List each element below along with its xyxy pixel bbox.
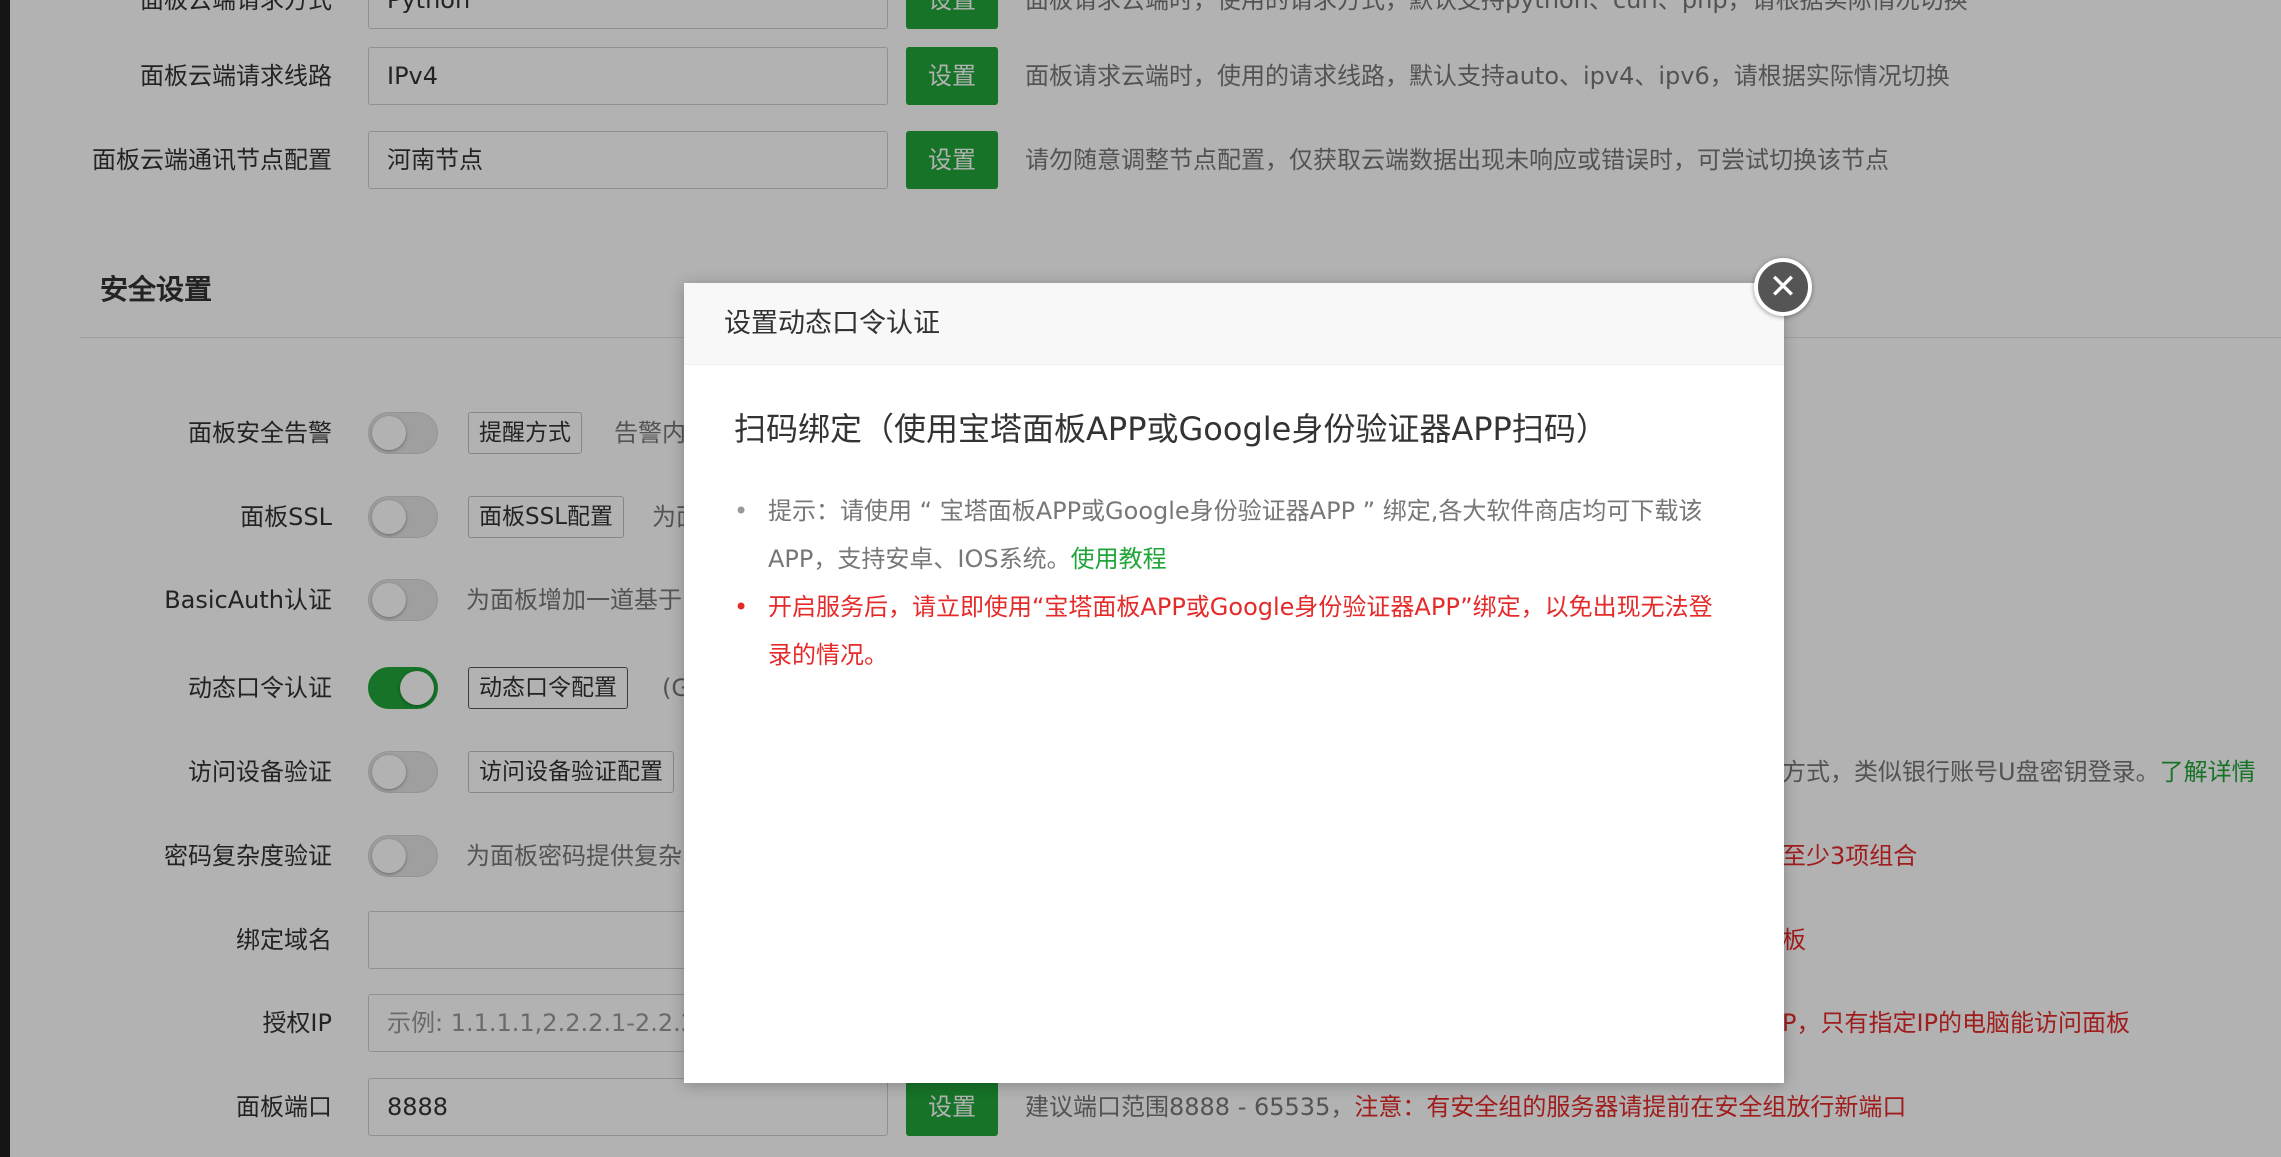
dynamic-password-modal: 设置动态口令认证 扫码绑定（使用宝塔面板APP或Google身份验证器APP扫码…: [684, 283, 1784, 1083]
modal-body: 扫码绑定（使用宝塔面板APP或Google身份验证器APP扫码） • 提示：请使用…: [684, 365, 1784, 679]
warning-item: • 开启服务后，请立即使用“宝塔面板APP或Google身份验证器APP”绑定，以…: [734, 583, 1734, 679]
modal-title: 扫码绑定（使用宝塔面板APP或Google身份验证器APP扫码）: [734, 410, 1608, 448]
bullet: •: [734, 497, 749, 525]
tip-item: • 提示：请使用 “ 宝塔面板APP或Google身份验证器APP ” 绑定,各大…: [734, 487, 1734, 583]
modal-header: 设置动态口令认证: [684, 283, 1784, 365]
bullet: •: [734, 593, 749, 621]
tutorial-link[interactable]: 使用教程: [1071, 545, 1167, 573]
tips-list: • 提示：请使用 “ 宝塔面板APP或Google身份验证器APP ” 绑定,各大…: [734, 487, 1734, 679]
close-icon[interactable]: ✕: [1754, 258, 1812, 316]
